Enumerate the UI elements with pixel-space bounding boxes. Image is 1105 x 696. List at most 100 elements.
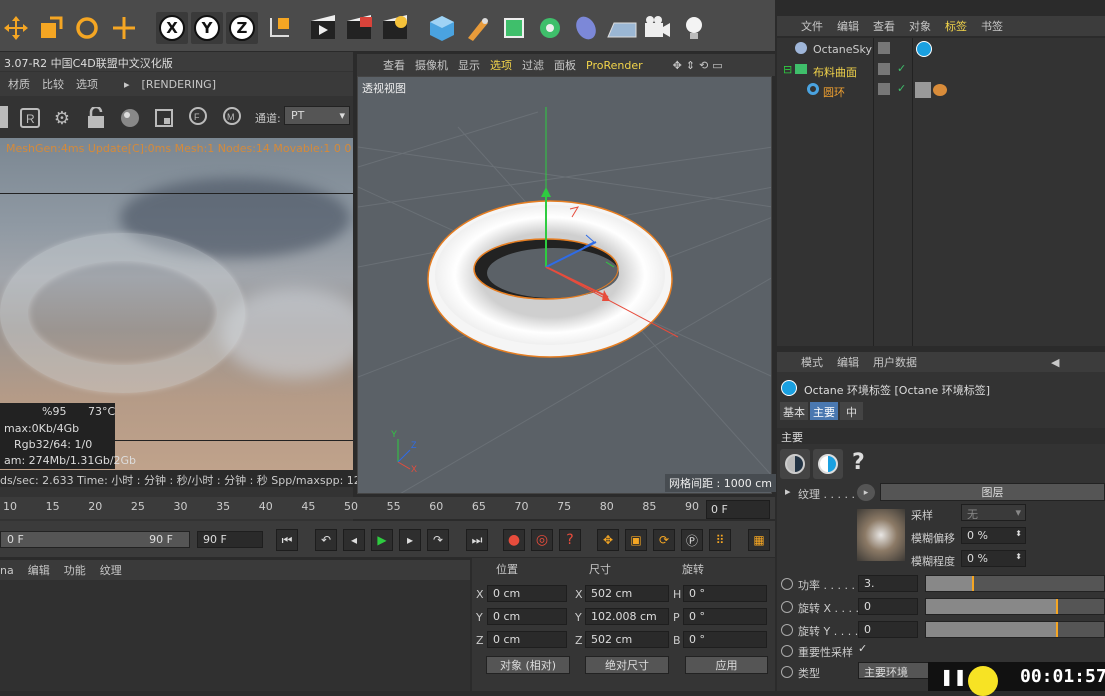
max-frame-field[interactable]: 90 F	[197, 531, 263, 548]
menu-function[interactable]: 功能	[64, 562, 86, 578]
slider-handle[interactable]	[972, 576, 975, 591]
region-icon[interactable]	[152, 106, 176, 130]
key-scale-icon[interactable]: ▣	[625, 529, 647, 551]
coord-size-field[interactable]: 102.008 cm	[585, 608, 669, 625]
coord-pos-field[interactable]: 0 cm	[487, 608, 567, 625]
coord-rot-field[interactable]: 0 °	[683, 608, 767, 625]
gear-icon[interactable]: ⚙	[50, 106, 74, 130]
menu-material[interactable]: 材质	[8, 76, 30, 92]
move-alt-icon[interactable]	[108, 12, 140, 44]
record-icon[interactable]: ●	[503, 529, 525, 551]
floor-icon[interactable]	[606, 12, 638, 44]
expand-arrow-icon[interactable]: ▸	[785, 485, 791, 498]
object-row-cloth[interactable]: ⊟ 布料曲面 ✓	[777, 61, 1105, 80]
texture-preview-icon[interactable]	[780, 449, 810, 479]
tab-main[interactable]: 主要	[810, 402, 838, 420]
viewport-nav-icons[interactable]: ✥⇕⟲▭	[673, 59, 727, 72]
radio-icon[interactable]	[781, 645, 793, 657]
move-icon[interactable]	[0, 12, 32, 44]
slider-handle[interactable]	[1055, 622, 1058, 637]
play-icon[interactable]: ▶	[371, 529, 393, 551]
light-icon[interactable]	[678, 12, 710, 44]
key-move-icon[interactable]: ✥	[597, 529, 619, 551]
param-field[interactable]: 3.	[858, 575, 918, 592]
auto-key-icon[interactable]: ◎	[531, 529, 553, 551]
menu-filter[interactable]: 过滤	[522, 57, 544, 73]
hdri-thumbnail[interactable]	[857, 509, 905, 561]
size-mode-select[interactable]: 绝对尺寸	[585, 656, 669, 674]
stepper-icon[interactable]: ⬍	[1015, 529, 1022, 538]
coordinate-mode-select[interactable]: 对象 (相对)	[486, 656, 570, 674]
array-icon[interactable]	[534, 12, 566, 44]
camera-icon[interactable]	[641, 12, 673, 44]
layer-button[interactable]: 图层	[880, 483, 1105, 501]
coord-rot-field[interactable]: 0 °	[683, 631, 767, 648]
y-axis-icon[interactable]: Y	[191, 12, 223, 44]
param-slider[interactable]	[925, 575, 1105, 592]
visibility-icon[interactable]	[878, 63, 890, 75]
menu-tags[interactable]: 标签	[945, 18, 967, 34]
param-field[interactable]: 0	[858, 621, 918, 638]
menu-prorender[interactable]: ProRender	[586, 59, 643, 72]
radio-icon[interactable]	[781, 624, 793, 636]
focus-pin-icon[interactable]: F	[186, 106, 210, 130]
range-slider[interactable]: 0 F 90 F	[0, 531, 190, 548]
stepper-icon[interactable]: ⬍	[1015, 552, 1022, 561]
key-rotate-icon[interactable]: ⟳	[653, 529, 675, 551]
checkbox-checked-icon[interactable]: ✓	[858, 642, 867, 655]
prev-key-icon[interactable]: ↶	[315, 529, 337, 551]
prev-frame-icon[interactable]: ◂	[343, 529, 365, 551]
coord-rot-field[interactable]: 0 °	[683, 585, 767, 602]
type-select[interactable]: 主要环境	[858, 662, 930, 679]
render-pv-icon[interactable]	[343, 12, 375, 44]
tab-basic[interactable]: 基本	[780, 402, 808, 420]
octane-env-tag-icon[interactable]	[916, 41, 932, 57]
current-frame-field[interactable]: 0 F	[706, 500, 770, 519]
sampling-select[interactable]: 无 ▾	[961, 504, 1026, 521]
menu-edit[interactable]: 编辑	[28, 562, 50, 578]
param-field[interactable]: 0	[858, 598, 918, 615]
menu-compare[interactable]: 比较	[42, 76, 64, 92]
film-icon[interactable]: ▦	[748, 529, 770, 551]
visibility-icon[interactable]	[878, 83, 890, 95]
menu-edit[interactable]: 编辑	[837, 18, 859, 34]
pause-icon[interactable]: ❚❚	[940, 667, 967, 686]
back-arrow-icon[interactable]: ◀	[1051, 356, 1059, 369]
scale-icon[interactable]	[35, 12, 67, 44]
texture-menu-icon[interactable]: ▸	[857, 484, 875, 501]
menu-edit[interactable]: 编辑	[837, 354, 859, 370]
menu-panel[interactable]: 面板	[554, 57, 576, 73]
expand-icon[interactable]: ⊟	[783, 63, 792, 76]
menu-view[interactable]: 查看	[873, 18, 895, 34]
next-frame-icon[interactable]: ▸	[399, 529, 421, 551]
menu-user-data[interactable]: 用户数据	[873, 354, 917, 370]
pen-icon[interactable]	[462, 12, 494, 44]
blur-degree-field[interactable]: 0 % ⬍	[961, 550, 1026, 567]
blur-offset-field[interactable]: 0 % ⬍	[961, 527, 1026, 544]
material-pin-icon[interactable]: M	[220, 106, 244, 130]
coord-size-field[interactable]: 502 cm	[585, 631, 669, 648]
render-view-icon[interactable]	[307, 12, 339, 44]
key-pla-icon[interactable]: ⠿	[709, 529, 731, 551]
coord-pos-field[interactable]: 0 cm	[487, 585, 567, 602]
menu-mode[interactable]: 模式	[801, 354, 823, 370]
texture-tag-icon[interactable]	[915, 82, 931, 98]
menu-texture[interactable]: 纹理	[100, 562, 122, 578]
x-axis-icon[interactable]: X	[156, 12, 188, 44]
coord-pos-field[interactable]: 0 cm	[487, 631, 567, 648]
tab-medium[interactable]: 中	[840, 402, 863, 420]
material-ball-icon[interactable]	[118, 106, 142, 130]
param-slider[interactable]	[925, 621, 1105, 638]
visibility-icon[interactable]	[878, 42, 890, 54]
object-row-torus[interactable]: 圆环 ✓	[777, 81, 1105, 100]
menu-bookmarks[interactable]: 书签	[981, 18, 1003, 34]
restart-icon[interactable]: R	[18, 106, 42, 130]
subdivision-icon[interactable]	[498, 12, 530, 44]
stop-icon[interactable]	[0, 106, 8, 128]
key-param-icon[interactable]: Ⓟ	[681, 529, 703, 551]
keyframe-help-icon[interactable]: ?	[559, 529, 581, 551]
menu-camera[interactable]: 摄像机	[415, 57, 448, 73]
apply-button[interactable]: 应用	[685, 656, 768, 674]
menu-options[interactable]: 选项	[76, 76, 98, 92]
object-row-octanesky[interactable]: OctaneSky	[777, 40, 1105, 59]
